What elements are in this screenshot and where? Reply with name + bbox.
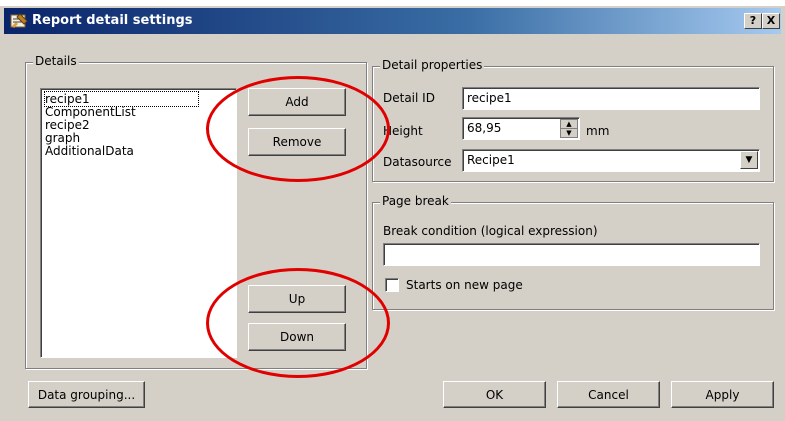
break-condition-input[interactable] — [383, 243, 760, 266]
close-icon: X — [766, 14, 776, 27]
window-title: Report detail settings — [32, 13, 193, 28]
add-button-label: Add — [285, 95, 309, 109]
list-item[interactable]: graph — [45, 131, 80, 145]
data-grouping-label: Data grouping... — [37, 387, 136, 402]
height-label: Height — [383, 124, 423, 138]
help-icon: ? — [749, 14, 757, 27]
ok-button[interactable]: OK — [443, 381, 546, 408]
up-button[interactable]: Up — [248, 285, 346, 313]
starts-new-page-checkbox[interactable] — [385, 278, 399, 292]
height-value: 68,95 — [467, 121, 502, 135]
down-button-label: Down — [279, 330, 314, 344]
remove-button-label: Remove — [272, 135, 322, 149]
title-bar[interactable]: Report detail settings ? X — [4, 8, 781, 34]
datasource-select[interactable]: Recipe1 ▼ — [462, 149, 760, 172]
datasource-label: Datasource — [383, 155, 452, 169]
list-item[interactable]: recipe1 — [44, 91, 199, 107]
height-input[interactable]: 68,95 ▲ ▼ — [462, 117, 580, 140]
detail-id-label: Detail ID — [383, 91, 435, 105]
list-item[interactable]: AdditionalData — [45, 144, 134, 158]
remove-button[interactable]: Remove — [248, 128, 346, 156]
details-group-label: Details — [33, 54, 79, 68]
close-button[interactable]: X — [762, 13, 780, 29]
spin-down-icon[interactable]: ▼ — [561, 129, 577, 137]
list-item[interactable]: ComponentList — [45, 105, 136, 119]
cancel-label: Cancel — [588, 387, 629, 402]
detail-properties-label: Detail properties — [380, 58, 485, 72]
apply-label: Apply — [705, 387, 740, 402]
height-unit: mm — [586, 124, 610, 138]
spin-up-icon[interactable]: ▲ — [561, 120, 577, 129]
report-app-icon — [10, 13, 28, 28]
starts-new-page-label: Starts on new page — [406, 278, 523, 292]
break-condition-label: Break condition (logical expression) — [383, 224, 598, 238]
cancel-button[interactable]: Cancel — [557, 381, 660, 408]
detail-id-value: recipe1 — [467, 91, 512, 105]
help-button[interactable]: ? — [744, 13, 762, 29]
ok-label: OK — [485, 387, 504, 402]
down-button[interactable]: Down — [248, 323, 346, 351]
datasource-value: Recipe1 — [467, 153, 515, 167]
detail-id-input[interactable]: recipe1 — [462, 87, 760, 110]
add-button[interactable]: Add — [248, 88, 346, 116]
page-break-label: Page break — [380, 194, 451, 208]
up-button-label: Up — [288, 292, 306, 306]
data-grouping-button[interactable]: Data grouping... — [28, 381, 145, 408]
apply-button[interactable]: Apply — [671, 381, 774, 408]
height-spinner[interactable]: ▲ ▼ — [560, 119, 578, 138]
details-list[interactable]: recipe1 ComponentList recipe2 graph Addition… — [40, 88, 237, 358]
list-item[interactable]: recipe2 — [45, 118, 90, 132]
chevron-down-icon[interactable]: ▼ — [740, 151, 758, 169]
